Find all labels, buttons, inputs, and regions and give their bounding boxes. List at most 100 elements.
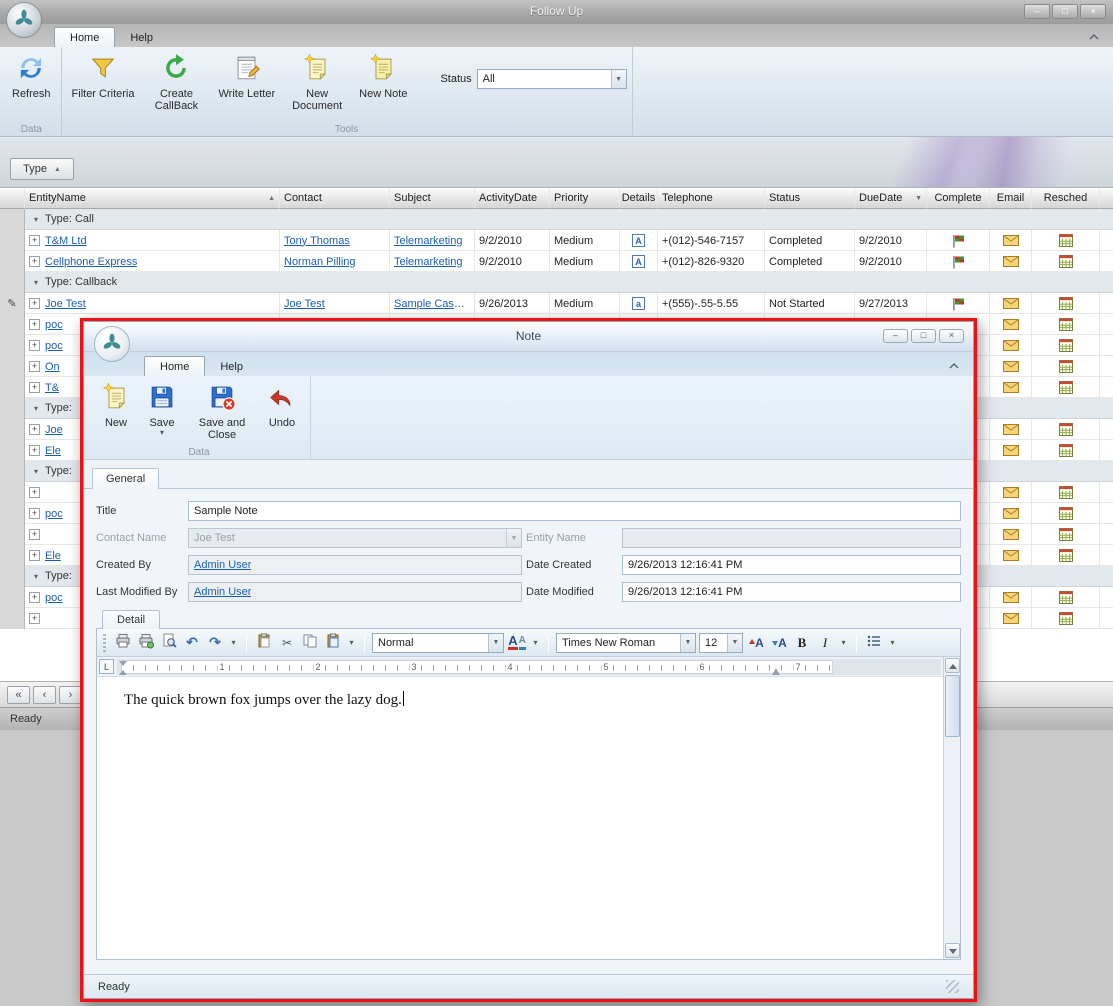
resched-cell[interactable] [1032, 440, 1100, 461]
collapse-icon[interactable]: ▾ [34, 572, 38, 581]
expand-icon[interactable]: + [29, 256, 40, 267]
entity-link[interactable]: poc [45, 508, 63, 520]
resched-icon[interactable] [1059, 549, 1073, 562]
activity-date-cell[interactable]: 9/26/2013 [475, 293, 550, 314]
paste-special-button[interactable] [323, 633, 343, 653]
quick-print-button[interactable] [136, 633, 156, 653]
collapse-icon[interactable]: ▾ [34, 215, 38, 224]
complete-cell[interactable] [927, 230, 990, 251]
entity-link[interactable]: Ele [45, 550, 61, 562]
contact-cell[interactable]: Tony Thomas [280, 230, 390, 251]
email-icon[interactable] [1003, 235, 1019, 246]
subject-link[interactable]: Telemarketing [394, 256, 462, 268]
expand-icon[interactable]: + [29, 508, 40, 519]
paste-button[interactable] [254, 633, 274, 653]
email-cell[interactable] [990, 293, 1032, 314]
complete-flag-icon[interactable] [951, 234, 966, 248]
expand-icon[interactable]: + [29, 382, 40, 393]
due-date-cell[interactable]: 9/2/2010 [855, 251, 927, 272]
paragraph-style-dropdown[interactable]: Normal ▼ [372, 633, 504, 653]
table-row[interactable]: +T&M LtdTony ThomasTelemarketing9/2/2010… [0, 230, 1113, 251]
entity-link[interactable]: Joe Test [45, 298, 86, 310]
last-modified-by-field[interactable]: Admin User [188, 582, 522, 602]
resched-cell[interactable] [1032, 608, 1100, 629]
sort-asc-icon[interactable]: ▲ [268, 195, 275, 202]
priority-cell[interactable]: Medium [550, 251, 620, 272]
email-cell[interactable] [990, 440, 1032, 461]
column-header-status[interactable]: Status [765, 188, 855, 209]
column-header-entity[interactable]: EntityName▲ [25, 188, 280, 209]
entity-link[interactable]: T& [45, 382, 59, 394]
note-tab-home[interactable]: Home [144, 356, 205, 376]
dropdown-arrow-icon[interactable]: ▼ [680, 634, 695, 652]
resched-cell[interactable] [1032, 230, 1100, 251]
save-and-close-button[interactable]: Save and Close [185, 379, 259, 441]
entity-link[interactable]: Ele [45, 445, 61, 457]
email-cell[interactable] [990, 335, 1032, 356]
resched-cell[interactable] [1032, 377, 1100, 398]
email-cell[interactable] [990, 608, 1032, 629]
resched-icon[interactable] [1059, 381, 1073, 394]
column-header-contact[interactable]: Contact [280, 188, 390, 209]
created-by-field[interactable]: Admin User [188, 555, 522, 575]
dropdown-arrow-icon[interactable]: ▼ [727, 634, 742, 652]
details-icon[interactable]: a [632, 297, 645, 310]
email-icon[interactable] [1003, 529, 1019, 540]
note-titlebar[interactable]: Note – □ × [84, 322, 973, 352]
group-row[interactable]: ▾Type: Call [0, 209, 1113, 230]
complete-flag-icon[interactable] [951, 255, 966, 269]
new-button[interactable]: New [93, 379, 139, 429]
resched-icon[interactable] [1059, 360, 1073, 373]
minimize-button[interactable]: – [1024, 4, 1050, 19]
group-by-button-type[interactable]: Type ▲ [10, 158, 74, 180]
resched-cell[interactable] [1032, 293, 1100, 314]
email-icon[interactable] [1003, 361, 1019, 372]
save-dropdown-arrow-icon[interactable]: ▾ [160, 429, 164, 436]
subject-link[interactable]: Telemarketing [394, 235, 462, 247]
font-name-dropdown[interactable]: Times New Roman ▼ [556, 633, 696, 653]
resched-cell[interactable] [1032, 356, 1100, 377]
list-dropdown-arrow-icon[interactable]: ▾ [887, 638, 898, 647]
expand-icon[interactable]: + [29, 592, 40, 603]
app-menu-button[interactable] [6, 2, 42, 38]
note-minimize-button[interactable]: – [883, 329, 908, 343]
cut-button[interactable]: ✂ [277, 633, 297, 653]
email-icon[interactable] [1003, 487, 1019, 498]
telephone-cell[interactable]: +(012)-546-7157 [658, 230, 765, 251]
email-icon[interactable] [1003, 550, 1019, 561]
email-cell[interactable] [990, 545, 1032, 566]
contact-link[interactable]: Joe Test [284, 298, 325, 310]
indent-marker-left[interactable] [119, 661, 127, 675]
column-header-priority[interactable]: Priority [550, 188, 620, 209]
column-header-resched[interactable]: Resched [1032, 188, 1100, 209]
telephone-cell[interactable]: +(555)-.55-5.55 [658, 293, 765, 314]
entity-cell[interactable]: + Cellphone Express [25, 251, 280, 272]
tab-help[interactable]: Help [115, 28, 168, 47]
resched-cell[interactable] [1032, 545, 1100, 566]
resched-icon[interactable] [1059, 507, 1073, 520]
email-icon[interactable] [1003, 319, 1019, 330]
bullet-list-button[interactable] [864, 633, 884, 653]
main-titlebar[interactable]: Follow Up – □ × [0, 0, 1113, 24]
dropdown-arrow-icon[interactable]: ▼ [611, 70, 626, 88]
date-modified-field[interactable]: 9/26/2013 12:16:41 PM [622, 582, 961, 602]
entity-link[interactable]: T&M Ltd [45, 235, 87, 247]
expand-icon[interactable]: + [29, 235, 40, 246]
create-callback-button[interactable]: Create CallBack [139, 50, 213, 112]
italic-button[interactable]: I [815, 633, 835, 653]
resched-icon[interactable] [1059, 297, 1073, 310]
entity-link[interactable]: Cellphone Express [45, 256, 137, 268]
complete-flag-icon[interactable] [951, 297, 966, 311]
contact-name-dropdown[interactable]: Joe Test ▼ [188, 528, 522, 548]
status-cell[interactable]: Completed [765, 230, 855, 251]
due-date-cell[interactable]: 9/27/2013 [855, 293, 927, 314]
email-cell[interactable] [990, 356, 1032, 377]
expand-icon[interactable]: + [29, 361, 40, 372]
ribbon-collapse-button[interactable] [1085, 29, 1103, 44]
nav-prev-button[interactable]: ‹ [33, 686, 56, 704]
email-cell[interactable] [990, 503, 1032, 524]
resched-icon[interactable] [1059, 234, 1073, 247]
expand-icon[interactable]: + [29, 613, 40, 624]
grow-font-button[interactable]: A [746, 633, 766, 653]
subject-cell[interactable]: Telemarketing [390, 230, 475, 251]
